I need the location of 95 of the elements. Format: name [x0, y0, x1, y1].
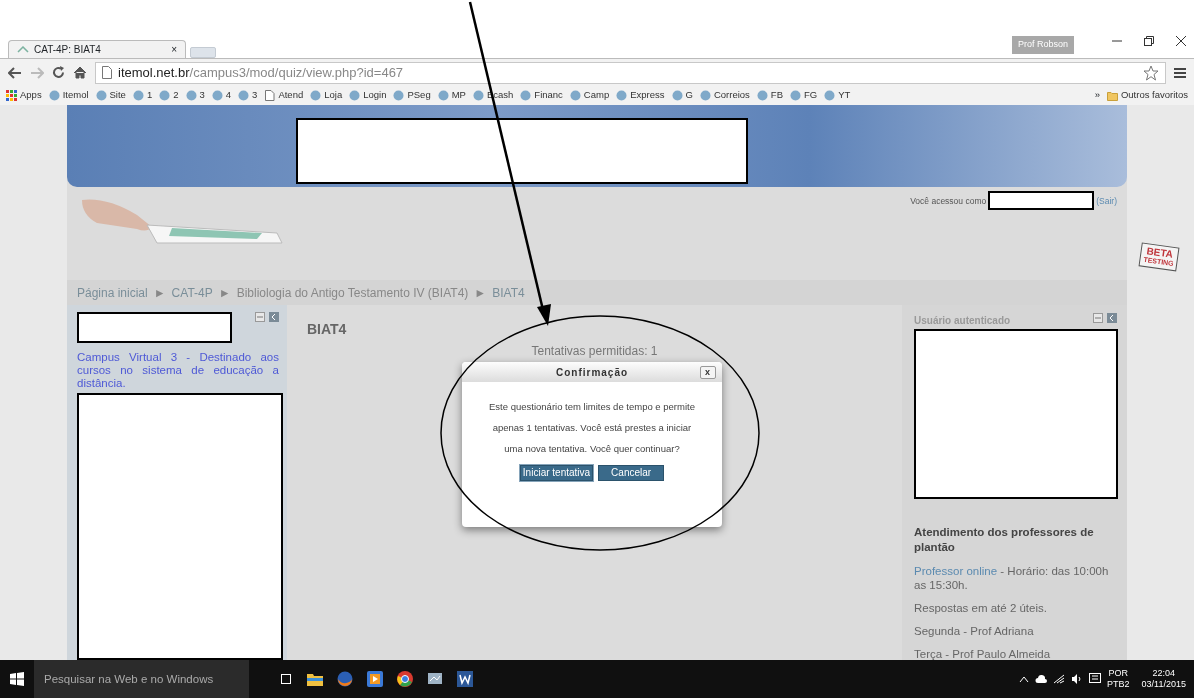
- star-icon[interactable]: [1143, 64, 1159, 81]
- tab-title: CAT-4P: BIAT4: [34, 43, 102, 57]
- folder-icon[interactable]: [307, 672, 323, 686]
- close-tab-button[interactable]: ×: [171, 42, 177, 57]
- paragraph-text: Professor online - Horário: das 10:00h as 15:30h.: [914, 564, 1110, 592]
- bookmark-link[interactable]: FB: [756, 88, 783, 103]
- bookmark-link[interactable]: Financ: [520, 88, 563, 103]
- site-favicon: [671, 90, 683, 101]
- dialog-message: Este questionário tem limites de tempo e permite apenas 1 tentativas. Você está prestes a iniciar uma nova tentativa. Você quer continuar?: [488, 400, 696, 456]
- site-favicon: [569, 90, 581, 101]
- dialog-button[interactable]: Cancelar: [598, 465, 665, 481]
- url-text: itemol.net.br/campus3/mod/quiz/view.php?id=467: [118, 63, 404, 82]
- bookmark-link[interactable]: 2: [159, 88, 179, 103]
- chevron-up-icon[interactable]: [1019, 675, 1030, 683]
- bookmark-link[interactable]: 4: [211, 88, 232, 103]
- folder-icon: [1106, 90, 1118, 101]
- page-icon: [264, 90, 276, 101]
- site-favicon: [17, 45, 29, 54]
- site-favicon: [437, 90, 449, 101]
- bookmark-link[interactable]: Loja: [310, 88, 343, 103]
- quiz-heading: BIAT4: [307, 320, 348, 339]
- site-favicon: [211, 90, 223, 101]
- task-view-icon[interactable]: [279, 672, 293, 686]
- site-favicon: [699, 90, 711, 101]
- paragraph-text: Terça - Prof Paulo Almeida: [914, 647, 1052, 660]
- bookmark-link[interactable]: Atend: [264, 88, 304, 103]
- bookmark-link[interactable]: YT: [824, 88, 851, 103]
- windows-logo-icon[interactable]: [10, 672, 24, 686]
- login-info-text: Você acessou como: [910, 195, 987, 208]
- block-description-link[interactable]: Campus Virtual 3 - Destinado aos cursos no sistema de educação a distância.: [77, 351, 279, 390]
- speaker-icon[interactable]: [1071, 674, 1084, 684]
- dock-icon[interactable]: [269, 312, 279, 322]
- word-icon[interactable]: [457, 671, 473, 687]
- bookmark-link[interactable]: Itemol: [48, 88, 89, 103]
- site-favicon: [520, 90, 532, 101]
- paragraph-text: Segunda - Prof Adriana: [914, 624, 1035, 638]
- bookmark-link[interactable]: Outros favoritos: [1106, 88, 1188, 103]
- bookmark-link[interactable]: Camp: [569, 88, 610, 103]
- site-favicon: [824, 90, 836, 101]
- site-favicon: [472, 90, 484, 101]
- browser-tab[interactable]: CAT-4P: BIAT4 ×: [8, 40, 186, 58]
- dock-icon[interactable]: [1107, 313, 1117, 323]
- site-favicon: [616, 90, 628, 101]
- bookmark-link[interactable]: G: [671, 88, 693, 103]
- close-button[interactable]: x: [700, 366, 716, 379]
- more-bookmarks-button[interactable]: »: [1094, 88, 1100, 103]
- bookmark-link[interactable]: 1: [132, 88, 153, 103]
- home-icon[interactable]: [73, 66, 87, 79]
- attempts-text: Tentativas permitidas: 1: [530, 343, 659, 360]
- round-browser-icon[interactable]: [397, 671, 413, 687]
- grid-icon: [6, 90, 17, 101]
- site-favicon: [310, 90, 322, 101]
- site-favicon: [185, 90, 197, 101]
- site-favicon: [95, 90, 107, 101]
- bookmark-link[interactable]: 3: [185, 88, 205, 103]
- address-bar[interactable]: itemol.net.br/campus3/mod/quiz/view.php?id=467: [95, 61, 1166, 84]
- fox-globe-icon[interactable]: [337, 671, 353, 687]
- taskbar-search-field[interactable]: Pesquisar na Web e no Windows: [34, 660, 249, 698]
- close-icon[interactable]: [1176, 36, 1186, 46]
- dialog-button[interactable]: Iniciar tentativa: [519, 465, 594, 481]
- site-favicon: [756, 90, 768, 101]
- menu-icon[interactable]: [1174, 66, 1186, 79]
- site-favicon: [159, 90, 171, 101]
- dialog-title: Confirmação: [555, 365, 629, 380]
- breadcrumb-separator: ►: [218, 284, 231, 302]
- bookmark-link[interactable]: 3: [238, 88, 258, 103]
- notification-icon[interactable]: [1089, 673, 1102, 685]
- site-favicon: [238, 90, 250, 101]
- media-player-icon[interactable]: [367, 671, 383, 687]
- block-title: Usuário autenticado: [914, 314, 1011, 328]
- paragraph-text: Respostas em até 2 úteis.: [914, 601, 1048, 615]
- bookmark-link[interactable]: Apps: [6, 88, 42, 103]
- site-favicon: [48, 90, 60, 101]
- block-heading: Atendimento dos professores de plantão: [914, 525, 1095, 555]
- cloud-icon[interactable]: [1035, 674, 1048, 684]
- bookmark-link[interactable]: PSeg: [393, 88, 431, 103]
- reload-icon[interactable]: [52, 66, 65, 79]
- restore-icon[interactable]: [1144, 36, 1154, 46]
- bookmark-link[interactable]: MP: [437, 88, 466, 103]
- page-icon: [102, 66, 112, 79]
- bookmark-link[interactable]: Site: [95, 88, 126, 103]
- clock[interactable]: 22:04 03/11/2015: [1141, 668, 1186, 690]
- language-indicator[interactable]: POR PTB2: [1107, 668, 1130, 690]
- site-favicon: [349, 90, 361, 101]
- breadcrumb-separator: ►: [474, 284, 487, 302]
- site-favicon: [393, 90, 405, 101]
- app-icon[interactable]: [427, 671, 443, 687]
- bookmark-link[interactable]: Express: [616, 88, 665, 103]
- bookmark-link[interactable]: Login: [349, 88, 387, 103]
- back-icon[interactable]: [8, 66, 22, 79]
- bookmark-link[interactable]: FG: [789, 88, 818, 103]
- site-favicon: [132, 90, 144, 101]
- site-favicon: [789, 90, 801, 101]
- bookmark-link[interactable]: Correios: [699, 88, 750, 103]
- breadcrumb-separator: ►: [153, 284, 166, 302]
